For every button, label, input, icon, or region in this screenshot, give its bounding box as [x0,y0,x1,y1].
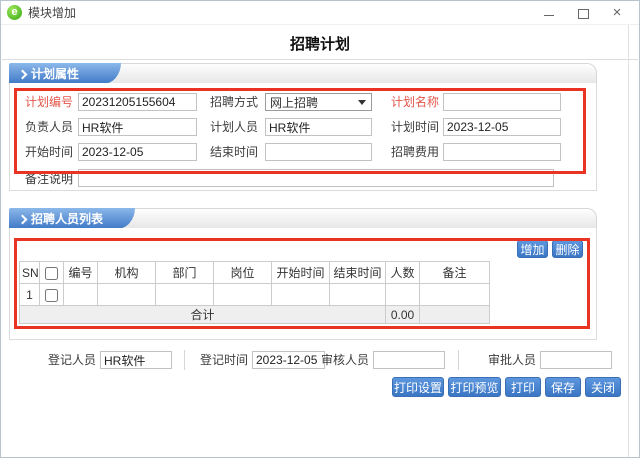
planner-input[interactable] [265,118,372,136]
col-select [39,261,64,284]
title-divider [2,59,638,60]
approver-label: 审批人员 [487,353,536,367]
col-remark: 备注 [419,261,490,284]
auditor-label: 审核人员 [320,353,369,367]
start-date-label: 开始时间 [24,145,73,159]
plan-name-label: 计划名称 [390,95,439,109]
plan-date-input[interactable] [443,118,561,136]
row-checkbox[interactable] [45,288,58,302]
row-sn: 1 [19,283,40,306]
select-all-checkbox[interactable] [45,266,58,280]
section-list-label: 招聘人员列表 [31,212,104,226]
total-label: 合计 [19,305,386,324]
col-organization: 机构 [97,261,156,284]
personnel-table: SN 编号 机构 部门 岗位 开始时间 结束时间 人数 备注 1 合计 0.00 [19,261,490,324]
total-remark-cell [419,305,490,324]
owner-input[interactable] [78,118,197,136]
cell-headcount[interactable] [385,283,420,306]
owner-label: 负责人员 [24,120,73,134]
app-window: e 模块增加 × 招聘计划 计划属性 计划编号 招聘方式 网上招聘 计划名称 负… [0,0,640,458]
table-header-row: SN 编号 机构 部门 岗位 开始时间 结束时间 人数 备注 [19,261,490,284]
col-department: 部门 [155,261,214,284]
tab-plan-properties: 计划属性 [9,63,121,84]
chevron-right-icon [17,214,28,224]
add-row-button[interactable]: 增加 [517,240,548,258]
print-settings-button[interactable]: 打印设置 [392,377,444,397]
plan-no-input[interactable] [78,93,197,111]
close-button[interactable]: 关闭 [585,377,621,397]
tab-personnel-list: 招聘人员列表 [9,208,135,229]
method-select-value: 网上招聘 [270,95,319,110]
reg-person-input[interactable] [100,351,172,369]
close-icon[interactable]: × [611,5,623,20]
content-frame-line [628,25,629,457]
col-start-time: 开始时间 [271,261,330,284]
remark-label: 备注说明 [24,172,73,186]
cost-label: 招聘费用 [390,145,439,159]
approver-input[interactable] [540,351,612,369]
cell-position[interactable] [213,283,272,306]
col-end-time: 结束时间 [329,261,386,284]
delete-row-button[interactable]: 删除 [552,240,583,258]
field-divider [184,350,185,370]
table-row: 1 [19,283,490,306]
window-title: 模块增加 [28,6,77,20]
app-icon: e [7,5,22,20]
planner-label: 计划人员 [209,120,258,134]
section-plan-label: 计划属性 [31,67,80,81]
plan-date-label: 计划时间 [390,120,439,134]
col-sn: SN [19,261,40,284]
table-total-row: 合计 0.00 [19,305,490,324]
col-position: 岗位 [213,261,272,284]
cell-department[interactable] [155,283,214,306]
reg-person-label: 登记人员 [47,353,96,367]
remark-input[interactable] [78,169,554,187]
print-preview-button[interactable]: 打印预览 [448,377,501,397]
method-select[interactable]: 网上招聘 [265,93,372,111]
plan-no-label: 计划编号 [24,95,73,109]
total-value: 0.00 [385,305,420,324]
col-headcount: 人数 [385,261,420,284]
maximize-icon[interactable] [577,7,589,19]
section-plan-header: 计划属性 [9,63,597,84]
chevron-down-icon [358,99,366,105]
reg-time-label: 登记时间 [199,353,248,367]
end-date-label: 结束时间 [209,145,258,159]
print-button[interactable]: 打印 [505,377,541,397]
cell-organization[interactable] [97,283,156,306]
section-list-header: 招聘人员列表 [9,208,597,229]
cell-number[interactable] [63,283,98,306]
chevron-right-icon [17,69,28,79]
save-button[interactable]: 保存 [545,377,581,397]
auditor-input[interactable] [373,351,445,369]
start-date-input[interactable] [78,143,197,161]
cell-start-time[interactable] [271,283,330,306]
end-date-input[interactable] [265,143,372,161]
field-divider [458,350,459,370]
cell-remark[interactable] [419,283,490,306]
page-title: 招聘计划 [289,36,350,53]
cell-end-time[interactable] [329,283,386,306]
plan-name-input[interactable] [443,93,561,111]
minimize-icon[interactable] [543,7,555,19]
col-number: 编号 [63,261,98,284]
method-label: 招聘方式 [209,95,258,109]
titlebar: e 模块增加 × [1,1,639,25]
cost-input[interactable] [443,143,561,161]
